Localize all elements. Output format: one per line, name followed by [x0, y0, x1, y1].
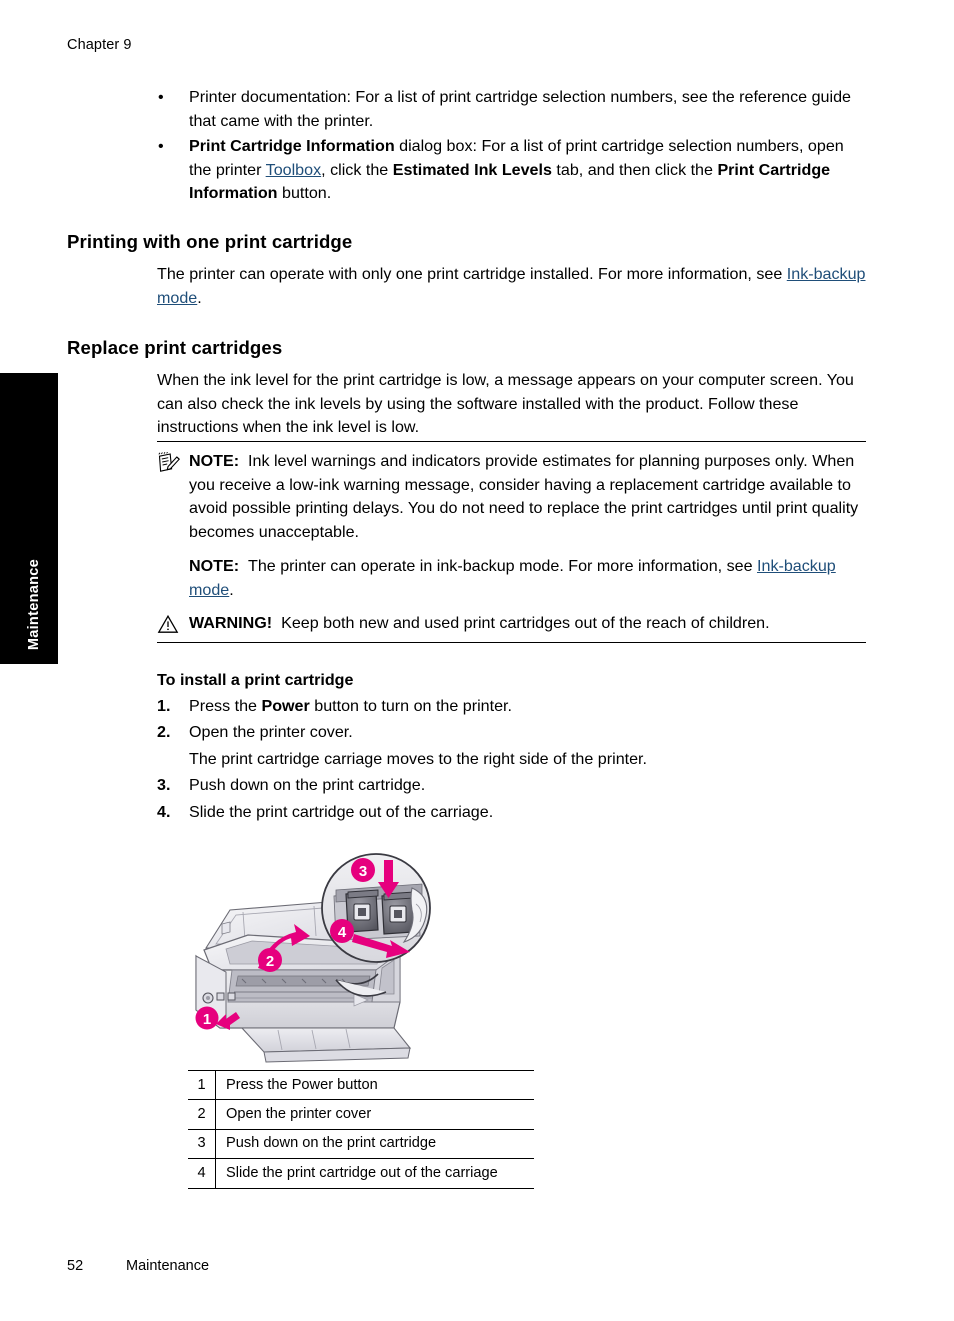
note-text: NOTE: The printer can operate in ink-bac… — [189, 555, 866, 602]
admonition-label: NOTE: — [189, 452, 249, 470]
side-thumb-tab-label: Maintenance — [26, 558, 42, 650]
page-title: Printing with one print cartridge — [67, 231, 353, 252]
cross-reference-link[interactable]: Toolbox — [266, 161, 321, 179]
document-page: Chapter 9 Maintenance • Printer document… — [0, 0, 954, 1321]
callout-4: 4 — [338, 924, 347, 941]
legend-description: Slide the print cartridge out of the car… — [215, 1158, 534, 1189]
legend-number: 2 — [188, 1099, 216, 1130]
callout-2: 2 — [266, 953, 274, 970]
note-text: NOTE: Ink level warnings and indicators … — [189, 450, 866, 544]
section-1-paragraph: When the ink level for the print cartrid… — [157, 369, 869, 440]
chapter-running-head: Chapter 9 — [67, 37, 132, 53]
text-run: . — [229, 580, 234, 599]
note-block-2: NOTE: The printer can operate in ink-bac… — [157, 555, 866, 602]
note-block-2-icon-spacer — [157, 555, 189, 557]
table-row: 1 Press the Power button — [188, 1069, 534, 1101]
text-run: The printer can operate in ink-backup mo… — [248, 557, 758, 576]
text-run: , click the — [321, 160, 393, 179]
text-run: Open the printer cover. — [189, 723, 353, 742]
bullet-marker: • — [158, 137, 164, 156]
callout-1: 1 — [203, 1011, 211, 1028]
section-0-paragraph: The printer can operate with only one pr… — [157, 263, 869, 310]
intro-bullet-list: • Printer documentation: For a list of p… — [157, 86, 869, 208]
step-text: Slide the print cartridge out of the car… — [189, 799, 869, 826]
text-run: Slide the print cartridge out of the car… — [189, 802, 494, 821]
warning-triangle-icon — [157, 612, 189, 634]
legend-number: 1 — [188, 1069, 216, 1101]
admonition-label: NOTE: — [189, 557, 249, 576]
text-run: button. — [277, 184, 332, 203]
printer-cartridge-illustration: 1 2 3 4 — [186, 852, 436, 1064]
step-number: 3. — [157, 776, 171, 795]
procedure-step: 4. Slide the print cartridge out of the … — [157, 799, 869, 826]
legend-number: 4 — [188, 1158, 216, 1189]
step-text: Push down on the print cartridge. — [189, 772, 869, 799]
emphasis-text: Estimated Ink Levels — [392, 160, 552, 179]
list-item: • Printer documentation: For a list of p… — [157, 86, 869, 133]
section-heading-replace-print-cartridges: Replace print cartridges — [67, 337, 283, 358]
warning-text: WARNING! Keep both new and used print ca… — [189, 612, 866, 636]
text-run: Keep both new and used print cartridges … — [281, 613, 770, 632]
table-row: 3 Push down on the print cartridge — [188, 1128, 534, 1160]
procedure-block: To install a print cartridge 1. Press th… — [157, 669, 869, 825]
step-text: Press the Power button to turn on the pr… — [189, 693, 869, 720]
step-number: 1. — [157, 696, 171, 715]
figure-legend-table: 1 Press the Power button 2 Open the prin… — [188, 1069, 534, 1189]
callout-3: 3 — [359, 863, 367, 880]
table-row: 2 Open the printer cover — [188, 1099, 534, 1130]
footer-section-label: Maintenance — [126, 1258, 210, 1274]
note-block-1: NOTE: Ink level warnings and indicators … — [157, 450, 866, 544]
text-run: Printer documentation: For a list of pri… — [189, 88, 851, 130]
procedure-step: 2. Open the printer cover. — [157, 719, 869, 746]
side-thumb-tab: Maintenance — [0, 373, 58, 664]
text-run: Press the — [189, 696, 262, 715]
legend-description: Push down on the print cartridge — [215, 1128, 534, 1160]
legend-description: Open the printer cover — [215, 1099, 534, 1130]
step-text: Open the printer cover. — [189, 719, 869, 746]
text-run: The printer can operate with only one pr… — [157, 265, 787, 283]
table-row: 4 Slide the print cartridge out of the c… — [188, 1158, 534, 1189]
bullet-text: Printer documentation: For a list of pri… — [189, 86, 869, 133]
procedure-step: 3. Push down on the print cartridge. — [157, 772, 869, 799]
admonition-label: WARNING! — [189, 613, 282, 632]
footer-page-number: 52 — [67, 1258, 84, 1274]
note-icon — [157, 450, 189, 474]
bullet-marker: • — [158, 88, 164, 106]
legend-number: 3 — [188, 1128, 216, 1160]
text-run: Push down on the print cartridge. — [189, 776, 426, 795]
step-number: 4. — [157, 802, 171, 821]
procedure-title: To install a print cartridge — [157, 671, 354, 689]
text-run: When the ink level for the print cartrid… — [157, 371, 854, 437]
list-item: • Print Cartridge Information dialog box… — [157, 135, 869, 206]
step-continuation: The print cartridge carriage moves to th… — [189, 749, 648, 768]
emphasis-text: Print Cartridge Information — [189, 137, 395, 156]
text-run: Ink level warnings and indicators provid… — [189, 452, 859, 541]
warning-block: WARNING! Keep both new and used print ca… — [157, 612, 866, 636]
page-footer: 52 Maintenance — [67, 1258, 209, 1274]
note-warning-box: NOTE: Ink level warnings and indicators … — [157, 441, 866, 644]
text-run: . — [197, 288, 202, 307]
text-run: tab, and then click the — [551, 160, 718, 179]
step-number: 2. — [157, 723, 171, 742]
bullet-text: Print Cartridge Information dialog box: … — [189, 135, 869, 206]
text-run: button to turn on the printer. — [309, 696, 512, 715]
emphasis-text: Power — [261, 696, 310, 715]
procedure-step: 1. Press the Power button to turn on the… — [157, 693, 869, 720]
legend-description: Press the Power button — [215, 1069, 534, 1101]
